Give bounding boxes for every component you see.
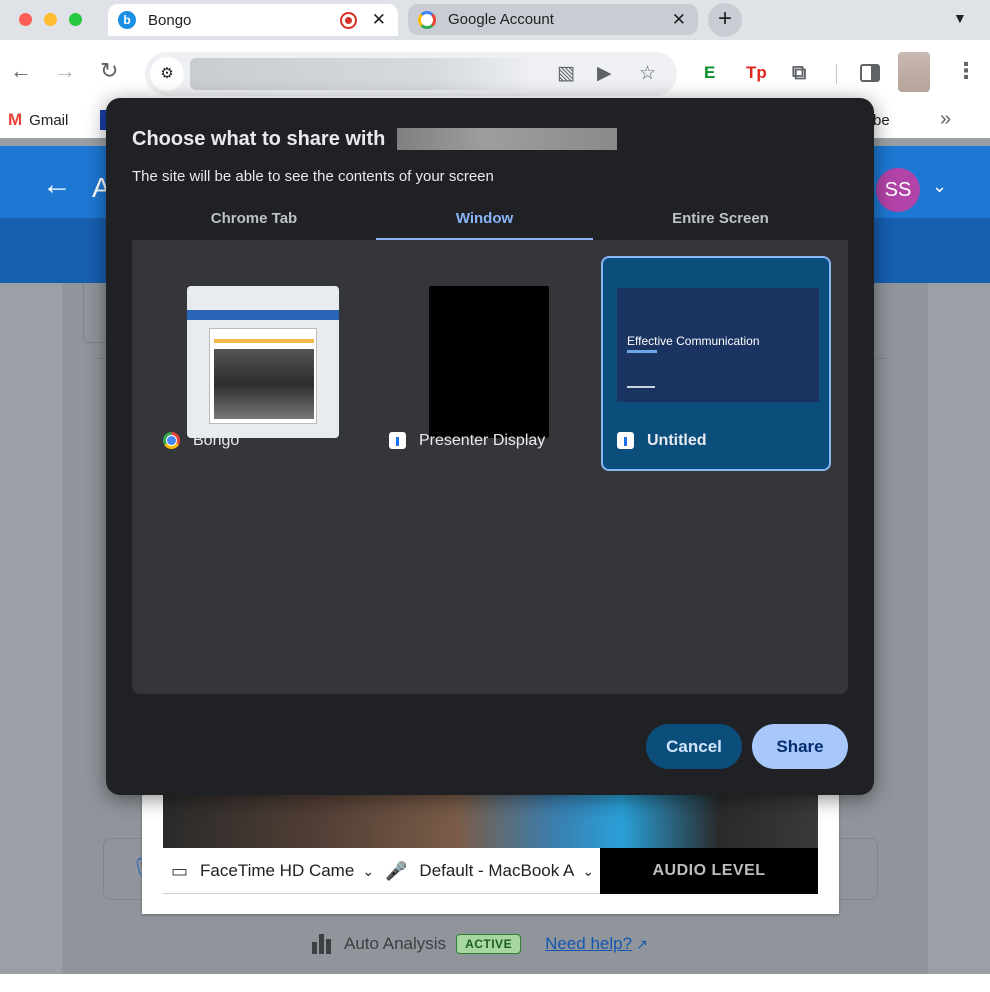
bookmark-star-icon[interactable]: ☆ [639,63,656,85]
window-name: Presenter Display [419,432,546,449]
gmail-icon: M [8,110,23,129]
window-label: Bongo [163,432,240,450]
close-window-button[interactable] [19,13,32,26]
tab-window[interactable]: Window [376,208,593,240]
window-thumbnail: Effective Communication [617,288,819,402]
auto-analysis-label: Auto Analysis [344,934,447,953]
audio-level-meter: AUDIO LEVEL [600,848,818,894]
window-thumbnail [429,286,549,438]
microphone-select[interactable]: 🎤 Default - MacBook A ⌄ [385,848,595,894]
status-badge: ACTIVE [456,934,522,954]
microphone-select-value: Default - MacBook A [419,861,575,880]
google-icon [418,10,436,29]
chevron-down-icon[interactable]: ⌄ [932,176,947,197]
close-tab-button[interactable]: ✕ [372,10,386,30]
tab-strip: b Bongo ✕ Google Account ✕ + ▼ [0,0,990,40]
back-arrow-icon[interactable]: ← [42,168,72,202]
back-arrow-icon[interactable]: ← [10,60,32,82]
window-option-untitled[interactable]: Effective Communication Untitled [601,256,831,471]
chevron-down-icon: ⌄ [362,862,371,879]
new-tab-button[interactable]: + [708,3,742,37]
window-name: Bongo [193,432,240,449]
avatar[interactable]: SS [876,168,920,212]
camera-select-value: FaceTime HD Came [200,861,355,880]
bookmark-gmail[interactable]: M Gmail [8,110,68,130]
tab-bongo[interactable]: b Bongo ✕ [108,4,398,36]
url-text-redacted [190,58,535,90]
window-name: Untitled [647,432,707,449]
recorder-controls: ▭ FaceTime HD Came ⌄ 🎤 Default - MacBook… [163,848,818,894]
extension-e-icon[interactable]: E [704,63,715,83]
tab-search-chevron-icon[interactable]: ▼ [953,10,967,26]
minimize-window-button[interactable] [44,13,57,26]
bookmark-youtube[interactable]: be [873,112,890,129]
profile-avatar[interactable] [898,52,930,92]
toolbar-divider [836,64,837,84]
close-tab-button[interactable]: ✕ [672,10,686,30]
dialog-title: Choose what to share with [132,128,386,150]
forward-arrow-icon[interactable]: → [54,60,76,82]
more-menu-icon[interactable]: ⋮ [955,60,977,82]
tab-entire-screen[interactable]: Entire Screen [593,208,848,240]
recorder-card: ▭ FaceTime HD Came ⌄ 🎤 Default - MacBook… [142,778,839,914]
screen-share-dialog: Choose what to share with The site will … [106,98,874,795]
site-name-redacted [397,128,617,150]
video-camera-icon: ▭ [171,860,189,881]
tab-chrome-tab[interactable]: Chrome Tab [132,208,376,240]
share-button[interactable]: Share [752,724,848,769]
zoom-window-button[interactable] [69,13,82,26]
auto-analysis-row: Auto Analysis ACTIVE Need help? ↗ [312,934,648,954]
extension-tp-icon[interactable]: Tp [746,63,767,83]
browser-toolbar: ← → ↻ ⚙ ▧ ▶ ☆ E Tp ⧉ ⋮ [0,40,990,102]
window-label: Presenter Display [389,432,546,450]
keynote-icon [617,432,634,449]
dialog-subtitle: The site will be able to see the content… [132,168,494,185]
bookmark-label: Gmail [29,111,69,129]
screen-share-off-icon[interactable]: ▧ [557,63,575,85]
chrome-icon [163,432,180,449]
window-thumbnail [187,286,339,438]
tab-title: Google Account [448,11,554,28]
window-option-bongo[interactable]: Bongo [132,256,372,471]
bongo-icon: b [118,11,136,29]
side-panel-icon[interactable] [860,64,880,82]
bar-chart-icon [312,934,332,954]
external-link-icon[interactable]: ↗ [636,936,648,953]
site-settings-icon[interactable]: ⚙ [150,57,184,91]
window-label: Untitled [617,432,707,450]
need-help-link[interactable]: Need help? [545,934,632,954]
more-bookmarks-icon[interactable]: » [940,108,951,131]
window-bottom-edge [0,974,990,992]
slide-title: Effective Communication [627,334,760,348]
camera-icon[interactable]: ▶ [597,63,612,85]
camera-select[interactable]: ▭ FaceTime HD Came ⌄ [171,848,371,894]
keynote-icon [389,432,406,449]
recording-icon [340,11,357,29]
window-list: Bongo Presenter Display Effective Commun… [132,240,848,694]
chevron-down-icon: ⌄ [582,862,595,879]
tab-title: Bongo [148,11,192,29]
reload-icon[interactable]: ↻ [100,60,118,82]
cancel-button[interactable]: Cancel [646,724,742,769]
microphone-icon: 🎤 [385,860,408,881]
address-bar[interactable]: ⚙ ▧ ▶ ☆ [145,52,677,96]
extensions-puzzle-icon[interactable]: ⧉ [792,63,806,83]
tab-google-account[interactable]: Google Account ✕ [408,4,698,35]
